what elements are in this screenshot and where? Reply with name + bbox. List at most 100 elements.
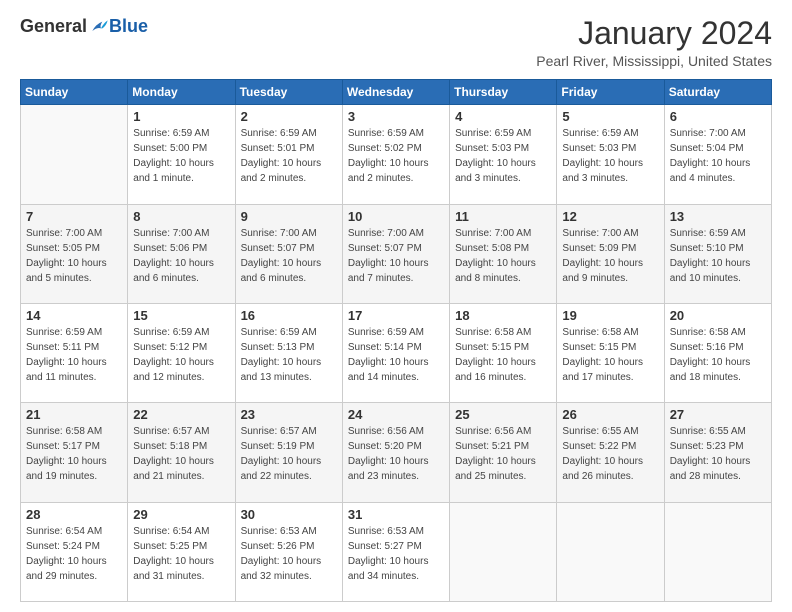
day-number: 12 <box>562 209 658 224</box>
weekday-monday: Monday <box>128 80 235 105</box>
table-row: 17 Sunrise: 6:59 AM Sunset: 5:14 PM Dayli… <box>342 303 449 402</box>
table-row: 3Sunrise: 6:59 AM Sunset: 5:02 PM Daylig… <box>342 105 449 204</box>
day-info: Sunrise: 6:54 AM Sunset: 5:25 PM Dayligh… <box>133 524 229 584</box>
table-row: 9 Sunrise: 7:00 AM Sunset: 5:07 PM Daylig… <box>235 204 342 303</box>
table-row: 19Sunrise: 6:58 AM Sunset: 5:15 PM Dayli… <box>557 303 664 402</box>
day-number: 3 <box>348 109 444 124</box>
weekday-header-row: Sunday Monday Tuesday Wednesday Thursday… <box>21 80 772 105</box>
table-row: 8Sunrise: 7:00 AM Sunset: 5:06 PM Daylig… <box>128 204 235 303</box>
weekday-friday: Friday <box>557 80 664 105</box>
logo: General Blue <box>20 16 148 37</box>
week-row-4: 21 Sunrise: 6:58 AM Sunset: 5:17 PM Dayli… <box>21 403 772 502</box>
day-number: 23 <box>241 407 337 422</box>
day-number: 11 <box>455 209 551 224</box>
day-number: 30 <box>241 507 337 522</box>
day-info: Sunrise: 6:54 AM Sunset: 5:24 PM Dayligh… <box>26 524 122 584</box>
table-row: 24 Sunrise: 6:56 AM Sunset: 5:20 PM Dayli… <box>342 403 449 502</box>
day-number: 24 <box>348 407 444 422</box>
table-row: 16 Sunrise: 6:59 AM Sunset: 5:13 PM Dayli… <box>235 303 342 402</box>
day-info: Sunrise: 6:58 AM Sunset: 5:16 PM Dayligh… <box>670 325 766 385</box>
day-info: Sunrise: 7:00 AM Sunset: 5:09 PM Dayligh… <box>562 226 658 286</box>
table-row: 11 Sunrise: 7:00 AM Sunset: 5:08 PM Dayli… <box>450 204 557 303</box>
table-row: 15 Sunrise: 6:59 AM Sunset: 5:12 PM Dayli… <box>128 303 235 402</box>
table-row: 6 Sunrise: 7:00 AM Sunset: 5:04 PM Daylig… <box>664 105 771 204</box>
day-number: 13 <box>670 209 766 224</box>
day-number: 4 <box>455 109 551 124</box>
logo-general-text: General <box>20 16 87 37</box>
table-row <box>664 502 771 601</box>
table-row: 14 Sunrise: 6:59 AM Sunset: 5:11 PM Dayli… <box>21 303 128 402</box>
day-number: 9 <box>241 209 337 224</box>
page-header: General Blue January 2024 Pearl River, M… <box>20 16 772 69</box>
table-row: 7 Sunrise: 7:00 AM Sunset: 5:05 PM Daylig… <box>21 204 128 303</box>
calendar-page: General Blue January 2024 Pearl River, M… <box>0 0 792 612</box>
day-info: Sunrise: 6:59 AM Sunset: 5:03 PM Dayligh… <box>455 126 551 186</box>
table-row: 22 Sunrise: 6:57 AM Sunset: 5:18 PM Dayli… <box>128 403 235 502</box>
calendar-table: Sunday Monday Tuesday Wednesday Thursday… <box>20 79 772 602</box>
table-row <box>450 502 557 601</box>
week-row-1: 1 Sunrise: 6:59 AM Sunset: 5:00 PM Daylig… <box>21 105 772 204</box>
day-number: 16 <box>241 308 337 323</box>
day-number: 22 <box>133 407 229 422</box>
table-row: 10 Sunrise: 7:00 AM Sunset: 5:07 PM Dayli… <box>342 204 449 303</box>
day-number: 29 <box>133 507 229 522</box>
table-row: 31 Sunrise: 6:53 AM Sunset: 5:27 PM Dayli… <box>342 502 449 601</box>
table-row: 29 Sunrise: 6:54 AM Sunset: 5:25 PM Dayli… <box>128 502 235 601</box>
day-info: Sunrise: 6:55 AM Sunset: 5:22 PM Dayligh… <box>562 424 658 484</box>
table-row: 1 Sunrise: 6:59 AM Sunset: 5:00 PM Daylig… <box>128 105 235 204</box>
table-row: 23Sunrise: 6:57 AM Sunset: 5:19 PM Dayli… <box>235 403 342 502</box>
day-info: Sunrise: 6:59 AM Sunset: 5:12 PM Dayligh… <box>133 325 229 385</box>
day-info: Sunrise: 6:59 AM Sunset: 5:01 PM Dayligh… <box>241 126 337 186</box>
day-number: 7 <box>26 209 122 224</box>
day-number: 26 <box>562 407 658 422</box>
table-row: 30Sunrise: 6:53 AM Sunset: 5:26 PM Dayli… <box>235 502 342 601</box>
day-number: 17 <box>348 308 444 323</box>
table-row: 28 Sunrise: 6:54 AM Sunset: 5:24 PM Dayli… <box>21 502 128 601</box>
table-row: 4 Sunrise: 6:59 AM Sunset: 5:03 PM Daylig… <box>450 105 557 204</box>
table-row: 25 Sunrise: 6:56 AM Sunset: 5:21 PM Dayli… <box>450 403 557 502</box>
day-info: Sunrise: 7:00 AM Sunset: 5:05 PM Dayligh… <box>26 226 122 286</box>
day-number: 6 <box>670 109 766 124</box>
day-number: 21 <box>26 407 122 422</box>
day-number: 1 <box>133 109 229 124</box>
day-number: 14 <box>26 308 122 323</box>
day-number: 18 <box>455 308 551 323</box>
day-number: 15 <box>133 308 229 323</box>
logo-blue-text: Blue <box>109 16 148 37</box>
day-number: 20 <box>670 308 766 323</box>
day-info: Sunrise: 6:56 AM Sunset: 5:20 PM Dayligh… <box>348 424 444 484</box>
day-info: Sunrise: 6:53 AM Sunset: 5:27 PM Dayligh… <box>348 524 444 584</box>
table-row: 5Sunrise: 6:59 AM Sunset: 5:03 PM Daylig… <box>557 105 664 204</box>
day-info: Sunrise: 6:55 AM Sunset: 5:23 PM Dayligh… <box>670 424 766 484</box>
day-number: 31 <box>348 507 444 522</box>
day-info: Sunrise: 6:56 AM Sunset: 5:21 PM Dayligh… <box>455 424 551 484</box>
day-number: 8 <box>133 209 229 224</box>
week-row-3: 14 Sunrise: 6:59 AM Sunset: 5:11 PM Dayli… <box>21 303 772 402</box>
day-info: Sunrise: 6:58 AM Sunset: 5:15 PM Dayligh… <box>562 325 658 385</box>
week-row-5: 28 Sunrise: 6:54 AM Sunset: 5:24 PM Dayli… <box>21 502 772 601</box>
day-info: Sunrise: 7:00 AM Sunset: 5:04 PM Dayligh… <box>670 126 766 186</box>
table-row: 20 Sunrise: 6:58 AM Sunset: 5:16 PM Dayli… <box>664 303 771 402</box>
table-row: 2Sunrise: 6:59 AM Sunset: 5:01 PM Daylig… <box>235 105 342 204</box>
day-info: Sunrise: 7:00 AM Sunset: 5:07 PM Dayligh… <box>241 226 337 286</box>
day-info: Sunrise: 6:58 AM Sunset: 5:17 PM Dayligh… <box>26 424 122 484</box>
day-info: Sunrise: 6:58 AM Sunset: 5:15 PM Dayligh… <box>455 325 551 385</box>
table-row <box>557 502 664 601</box>
weekday-wednesday: Wednesday <box>342 80 449 105</box>
day-info: Sunrise: 6:59 AM Sunset: 5:13 PM Dayligh… <box>241 325 337 385</box>
day-info: Sunrise: 6:57 AM Sunset: 5:18 PM Dayligh… <box>133 424 229 484</box>
weekday-thursday: Thursday <box>450 80 557 105</box>
day-info: Sunrise: 7:00 AM Sunset: 5:07 PM Dayligh… <box>348 226 444 286</box>
weekday-sunday: Sunday <box>21 80 128 105</box>
table-row: 27Sunrise: 6:55 AM Sunset: 5:23 PM Dayli… <box>664 403 771 502</box>
week-row-2: 7 Sunrise: 7:00 AM Sunset: 5:05 PM Daylig… <box>21 204 772 303</box>
day-info: Sunrise: 6:59 AM Sunset: 5:14 PM Dayligh… <box>348 325 444 385</box>
table-row: 18 Sunrise: 6:58 AM Sunset: 5:15 PM Dayli… <box>450 303 557 402</box>
day-info: Sunrise: 6:59 AM Sunset: 5:00 PM Dayligh… <box>133 126 229 186</box>
day-info: Sunrise: 7:00 AM Sunset: 5:08 PM Dayligh… <box>455 226 551 286</box>
day-info: Sunrise: 6:59 AM Sunset: 5:11 PM Dayligh… <box>26 325 122 385</box>
day-number: 28 <box>26 507 122 522</box>
day-number: 10 <box>348 209 444 224</box>
day-number: 25 <box>455 407 551 422</box>
table-row: 21 Sunrise: 6:58 AM Sunset: 5:17 PM Dayli… <box>21 403 128 502</box>
